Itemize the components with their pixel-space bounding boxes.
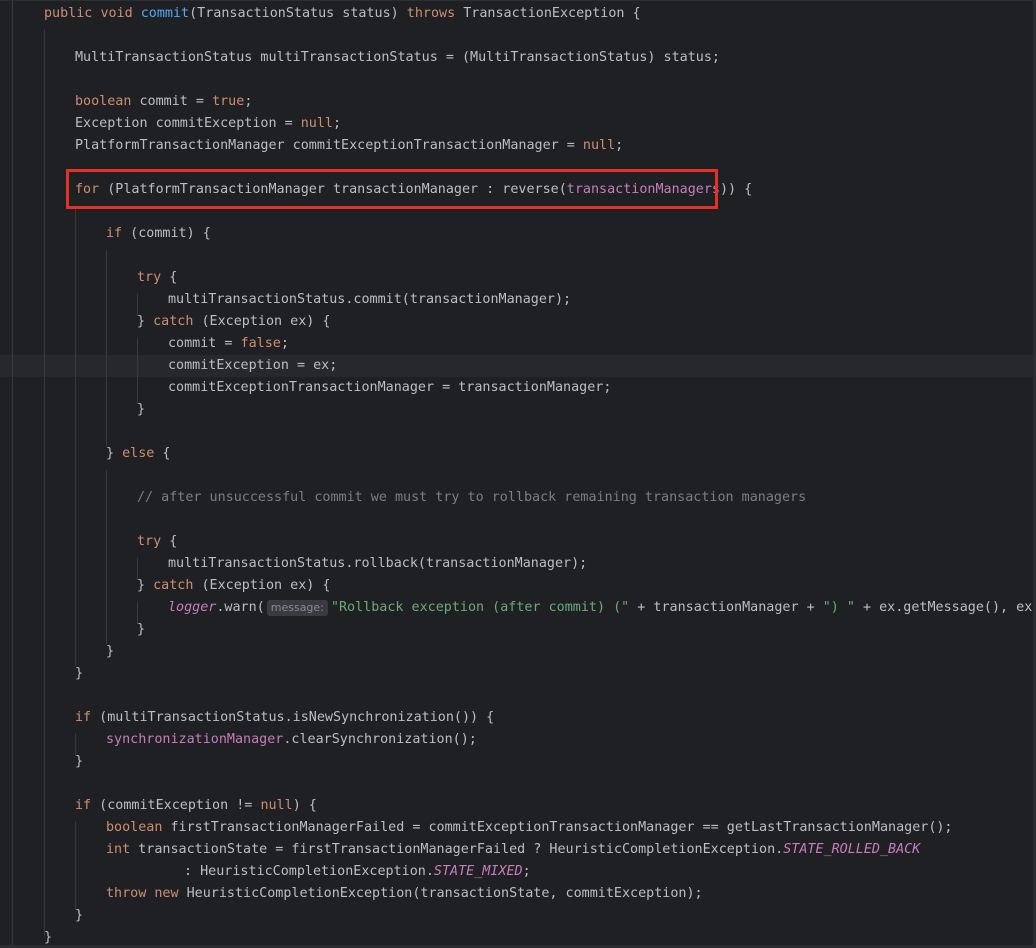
code-line: multiTransactionStatus.commit(transactio… (168, 292, 572, 307)
code-line: } (137, 622, 146, 637)
code-line: synchronizationManager.clearSynchronizat… (106, 732, 477, 747)
code-line: commit = false; (168, 336, 289, 351)
code-line-current: commitException = ex; (168, 358, 338, 373)
annotation-highlight-box (66, 169, 718, 209)
code-line: } (75, 754, 84, 769)
code-line: } (75, 908, 84, 923)
code-line: } else { (106, 446, 171, 461)
indent-guide (106, 250, 107, 446)
code-line: int transactionState = firstTransactionM… (106, 842, 921, 857)
indent-guide (12, 0, 13, 948)
code-comment: // after unsuccessful commit we must try… (137, 490, 807, 505)
code-line: boolean firstTransactionManagerFailed = … (106, 820, 953, 835)
code-line: : HeuristicCompletionException.STATE_MIX… (184, 864, 531, 879)
code-line: try { (137, 270, 178, 285)
code-editor[interactable]: public void commit(TransactionStatus sta… (0, 0, 1036, 948)
code-line: MultiTransactionStatus multiTransactionS… (75, 50, 720, 65)
indent-guide (44, 30, 45, 936)
code-line: boolean commit = true; (75, 94, 253, 109)
code-line: commitExceptionTransactionManager = tran… (168, 380, 612, 395)
code-line: } (137, 402, 146, 417)
code-line: if (multiTransactionStatus.isNewSynchron… (75, 710, 495, 725)
editor-top-border (0, 0, 1036, 1)
code-line: try { (137, 534, 178, 549)
code-line: } (106, 644, 115, 659)
indent-guide (106, 470, 107, 644)
code-line: if (commitException != null) { (75, 798, 317, 813)
code-line: multiTransactionStatus.rollback(transact… (168, 556, 588, 571)
code-line: throw new HeuristicCompletionException(t… (106, 886, 703, 901)
code-line-logger-warn: logger.warn(message: "Rollback exception … (168, 600, 1036, 616)
code-line: Exception commitException = null; (75, 116, 342, 131)
method-name: commit (140, 6, 190, 21)
code-line: } catch (Exception ex) { (137, 578, 331, 593)
parameter-hint: message: (266, 600, 328, 616)
indent-guide (75, 822, 76, 910)
indent-guide (75, 206, 76, 666)
code-line: } catch (Exception ex) { (137, 314, 331, 329)
code-line: PlatformTransactionManager commitExcepti… (75, 138, 624, 153)
code-line-method-signature: public void commit(TransactionStatus sta… (44, 6, 641, 21)
code-line: } (75, 666, 84, 681)
indent-guide (137, 338, 138, 404)
code-line: if (commit) { (106, 226, 211, 241)
current-line-highlight (0, 355, 1033, 377)
